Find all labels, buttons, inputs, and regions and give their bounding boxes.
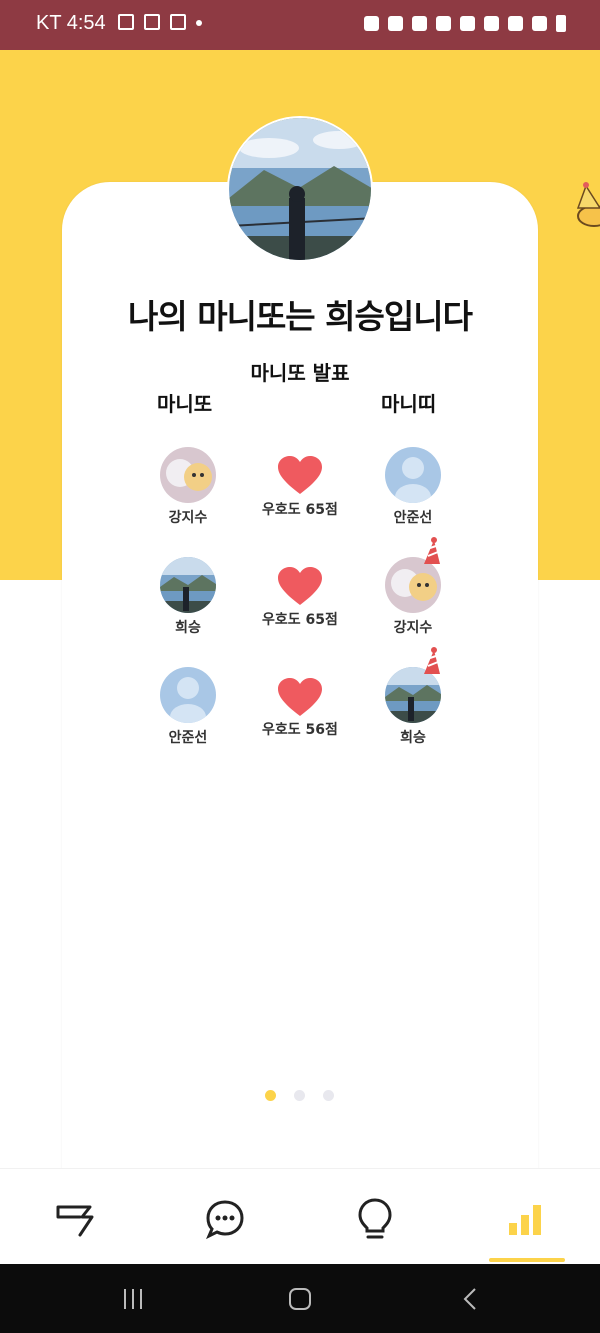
page-dot-1[interactable] <box>265 1090 276 1101</box>
friendliness-score-1: 우호도 65점 <box>262 502 338 518</box>
heart-icon <box>278 456 322 494</box>
notification-icon <box>118 14 134 30</box>
bottom-navigation <box>0 1168 600 1265</box>
profile-avatar[interactable] <box>227 116 373 262</box>
heart-icon <box>278 567 322 605</box>
more-notifications-icon <box>196 20 202 26</box>
system-navigation-bar <box>0 1264 600 1333</box>
friendliness-score-3: 우호도 56점 <box>262 722 338 738</box>
app-icon <box>364 16 379 31</box>
maniti-name-3: 희승 <box>400 730 426 746</box>
heart-icon <box>278 678 322 716</box>
photo-avatar-image <box>160 557 216 613</box>
status-right-icons <box>364 15 566 32</box>
status-bar: KT 4:54 <box>0 0 600 50</box>
nav-flag[interactable] <box>45 1189 105 1249</box>
active-tab-indicator <box>489 1258 565 1262</box>
nav-idea[interactable] <box>345 1189 405 1249</box>
default-avatar-image <box>160 667 216 723</box>
status-left-icons <box>118 14 202 30</box>
profile-photo-image <box>229 118 371 260</box>
page-dot-3[interactable] <box>323 1090 334 1101</box>
maniti-avatar-1[interactable] <box>385 447 441 503</box>
party-hat-icon <box>424 537 440 564</box>
mute-icon <box>460 16 475 31</box>
nav-stats[interactable] <box>497 1189 557 1249</box>
chat-icon <box>206 1200 244 1240</box>
maniti-name-1: 안준선 <box>393 510 433 526</box>
manito-avatar-2[interactable] <box>160 557 216 613</box>
lightbulb-icon <box>358 1198 392 1239</box>
maniti-column-label: 마니띠 <box>381 392 437 416</box>
home-icon[interactable] <box>287 1286 313 1312</box>
party-character-icon <box>576 182 600 227</box>
nav-chat[interactable] <box>195 1189 255 1249</box>
screenshot-icon <box>144 14 160 30</box>
back-icon[interactable] <box>458 1286 484 1312</box>
character-avatar-image <box>160 447 216 503</box>
sim-icon <box>388 16 403 31</box>
manito-avatar-3[interactable] <box>160 667 216 723</box>
alarm-icon <box>412 16 427 31</box>
signal-icon <box>532 16 547 31</box>
bluetooth-icon <box>436 16 451 31</box>
hd-icon <box>484 16 499 31</box>
chart-icon <box>509 1205 541 1235</box>
flag-icon <box>56 1205 94 1237</box>
5g-icon <box>508 16 523 31</box>
page-title: 나의 마니또는 희승입니다 <box>128 297 473 336</box>
battery-icon <box>556 15 566 32</box>
friendliness-score-2: 우호도 65점 <box>262 612 338 628</box>
manito-avatar-1[interactable] <box>160 447 216 503</box>
page-indicator <box>265 1090 334 1101</box>
manito-column-label: 마니또 <box>157 392 213 416</box>
status-time: KT 4:54 <box>36 12 106 34</box>
recent-apps-icon[interactable] <box>120 1286 146 1312</box>
page-dot-2[interactable] <box>294 1090 305 1101</box>
screen-record-icon <box>170 14 186 30</box>
maniti-name-2: 강지수 <box>393 620 433 636</box>
default-avatar-image <box>385 447 441 503</box>
section-title: 마니또 발표 <box>250 361 350 385</box>
party-hat-icon <box>424 647 440 674</box>
